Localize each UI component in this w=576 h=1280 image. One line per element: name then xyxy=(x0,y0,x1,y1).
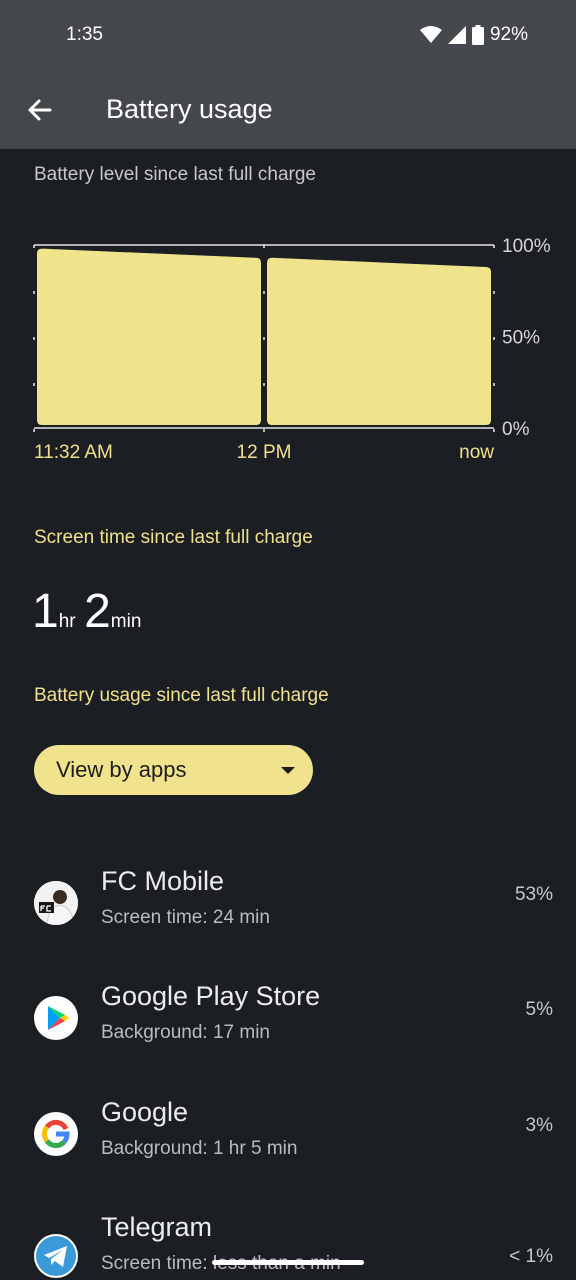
app-name: Google xyxy=(101,1097,189,1127)
chart-y-label: 50% xyxy=(502,328,540,349)
screen-time-hours-unit: hr xyxy=(58,611,76,632)
screen-time-title: Screen time since last full charge xyxy=(34,527,313,548)
screen-time-hours: 1 xyxy=(32,585,59,638)
dropdown-label: View by apps xyxy=(56,757,187,782)
chart-y-label: 0% xyxy=(502,419,530,440)
google-icon xyxy=(34,1112,78,1156)
fc-mobile-icon xyxy=(34,881,78,925)
google-play-icon xyxy=(34,996,78,1040)
app-bar: Battery usage xyxy=(0,72,576,149)
chart-x-label: now xyxy=(459,442,494,463)
gesture-nav-handle[interactable] xyxy=(212,1260,364,1265)
back-arrow-icon xyxy=(28,99,52,121)
app-name: FC Mobile xyxy=(101,866,225,896)
app-percent: 3% xyxy=(525,1115,553,1136)
app-name: Google Play Store xyxy=(101,981,321,1011)
chart-label: Battery level since last full charge xyxy=(34,164,316,185)
chart-segment-1 xyxy=(37,248,261,425)
app-percent: 5% xyxy=(525,999,553,1020)
screen-time-minutes: 2 xyxy=(84,585,111,638)
wifi-icon xyxy=(419,26,442,43)
app-detail: Background: 17 min xyxy=(101,1022,270,1043)
chart-segment-2 xyxy=(267,257,491,425)
status-icons: 92% xyxy=(419,24,528,46)
app-percent: < 1% xyxy=(509,1246,553,1267)
status-bar: 1:35 92% xyxy=(0,0,576,72)
back-button[interactable] xyxy=(22,92,58,128)
battery-usage-title: Battery usage since last full charge xyxy=(34,685,329,706)
screen-time-minutes-unit: min xyxy=(110,611,142,632)
page-title: Battery usage xyxy=(106,94,273,124)
chart-x-label: 12 PM xyxy=(237,442,292,463)
chart-y-label: 100% xyxy=(502,236,551,257)
battery-percent: 92% xyxy=(489,24,528,45)
battery-level-chart: 100% 50% 0% 11:32 AM 12 PM now xyxy=(33,236,551,463)
app-percent: 53% xyxy=(514,884,553,905)
chart-x-label: 11:32 AM xyxy=(34,442,113,463)
app-row-telegram[interactable]: Telegram Screen time: less than a min < … xyxy=(0,1212,576,1280)
app-row-fc-mobile[interactable]: FC Mobile Screen time: 24 min 53% xyxy=(0,866,576,966)
caret-down-icon xyxy=(281,767,295,774)
telegram-icon xyxy=(34,1234,78,1278)
cell-signal-icon xyxy=(447,26,466,44)
app-row-google[interactable]: Google Background: 1 hr 5 min 3% xyxy=(0,1097,576,1197)
status-time: 1:35 xyxy=(66,24,103,45)
screen-time-value: 1hr 2min xyxy=(32,584,145,639)
app-name: Telegram xyxy=(101,1212,213,1242)
app-row-google-play-store[interactable]: Google Play Store Background: 17 min 5% xyxy=(0,981,576,1081)
app-detail: Screen time: 24 min xyxy=(101,907,270,928)
view-by-dropdown[interactable]: View by apps xyxy=(34,745,313,795)
battery-icon xyxy=(471,25,484,45)
app-detail: Background: 1 hr 5 min xyxy=(101,1138,298,1159)
